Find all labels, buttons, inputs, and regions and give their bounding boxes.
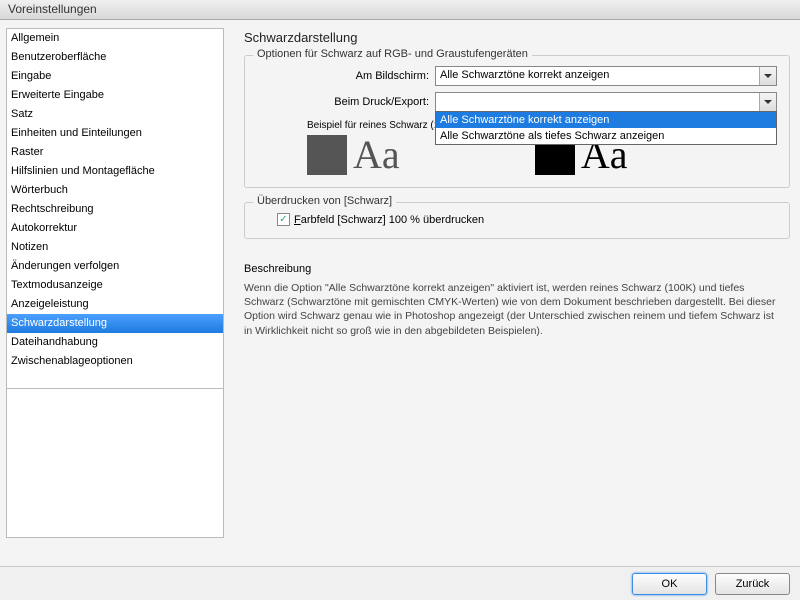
- sidebar-item[interactable]: Eingabe: [7, 67, 223, 86]
- overprint-checkbox[interactable]: ✓: [277, 213, 290, 226]
- dropdown-option[interactable]: Alle Schwarztöne korrekt anzeigen: [436, 112, 776, 128]
- screen-select[interactable]: Alle Schwarztöne korrekt anzeigen: [435, 66, 777, 86]
- overprint-legend: Überdrucken von [Schwarz]: [253, 195, 396, 207]
- screen-label: Am Bildschirm:: [257, 70, 435, 82]
- sidebar-item[interactable]: Wörterbuch: [7, 181, 223, 200]
- overprint-checkbox-label: Farbfeld [Schwarz] 100 % überdrucken: [294, 214, 484, 226]
- back-button[interactable]: Zurück: [715, 573, 790, 595]
- sidebar-item[interactable]: Anzeigeleistung: [7, 295, 223, 314]
- description-legend: Beschreibung: [244, 263, 778, 275]
- sidebar-item[interactable]: Satz: [7, 105, 223, 124]
- sidebar-item[interactable]: Textmodusanzeige: [7, 276, 223, 295]
- pure-black-swatch: [307, 135, 347, 175]
- titlebar: Voreinstellungen: [0, 0, 800, 20]
- print-select[interactable]: Alle Schwarztöne korrekt anzeigenAlle Sc…: [435, 92, 777, 112]
- pure-black-sample: Aa: [353, 135, 400, 175]
- chevron-down-icon[interactable]: [759, 93, 776, 111]
- chevron-down-icon[interactable]: [759, 67, 776, 85]
- category-list[interactable]: AllgemeinBenutzeroberflächeEingabeErweit…: [6, 28, 224, 388]
- sidebar-item[interactable]: Hilfslinien und Montagefläche: [7, 162, 223, 181]
- sidebar-item[interactable]: Rechtschreibung: [7, 200, 223, 219]
- options-legend: Optionen für Schwarz auf RGB- und Graust…: [253, 48, 532, 60]
- sidebar-item[interactable]: Autokorrektur: [7, 219, 223, 238]
- bottom-bar: OK Zurück: [0, 566, 800, 600]
- sidebar-item[interactable]: Benutzeroberfläche: [7, 48, 223, 67]
- sidebar-item[interactable]: Erweiterte Eingabe: [7, 86, 223, 105]
- main-panel: Schwarzdarstellung Optionen für Schwarz …: [230, 20, 800, 580]
- sidebar-item[interactable]: Raster: [7, 143, 223, 162]
- sidebar-item[interactable]: Einheiten und Einteilungen: [7, 124, 223, 143]
- sidebar-item[interactable]: Notizen: [7, 238, 223, 257]
- print-label: Beim Druck/Export:: [257, 96, 435, 108]
- ok-button[interactable]: OK: [632, 573, 707, 595]
- screen-select-value: Alle Schwarztöne korrekt anzeigen: [440, 69, 609, 81]
- preview-box: [6, 388, 224, 538]
- window-title: Voreinstellungen: [8, 2, 97, 16]
- options-group: Optionen für Schwarz auf RGB- und Graust…: [244, 55, 790, 188]
- content-area: AllgemeinBenutzeroberflächeEingabeErweit…: [0, 20, 800, 580]
- print-dropdown[interactable]: Alle Schwarztöne korrekt anzeigenAlle Sc…: [435, 111, 777, 145]
- page-title: Schwarzdarstellung: [244, 30, 790, 45]
- sidebar-item[interactable]: Dateihandhabung: [7, 333, 223, 352]
- dropdown-option[interactable]: Alle Schwarztöne als tiefes Schwarz anze…: [436, 128, 776, 144]
- sidebar-item[interactable]: Zwischenablageoptionen: [7, 352, 223, 371]
- sidebar: AllgemeinBenutzeroberflächeEingabeErweit…: [0, 20, 230, 580]
- sidebar-item[interactable]: Änderungen verfolgen: [7, 257, 223, 276]
- sidebar-item[interactable]: Schwarzdarstellung: [7, 314, 223, 333]
- description-text: Wenn die Option "Alle Schwarztöne korrek…: [244, 281, 778, 338]
- sidebar-item[interactable]: Allgemein: [7, 29, 223, 48]
- description-group: Beschreibung Wenn die Option "Alle Schwa…: [244, 253, 790, 350]
- overprint-group: Überdrucken von [Schwarz] ✓ Farbfeld [Sc…: [244, 202, 790, 239]
